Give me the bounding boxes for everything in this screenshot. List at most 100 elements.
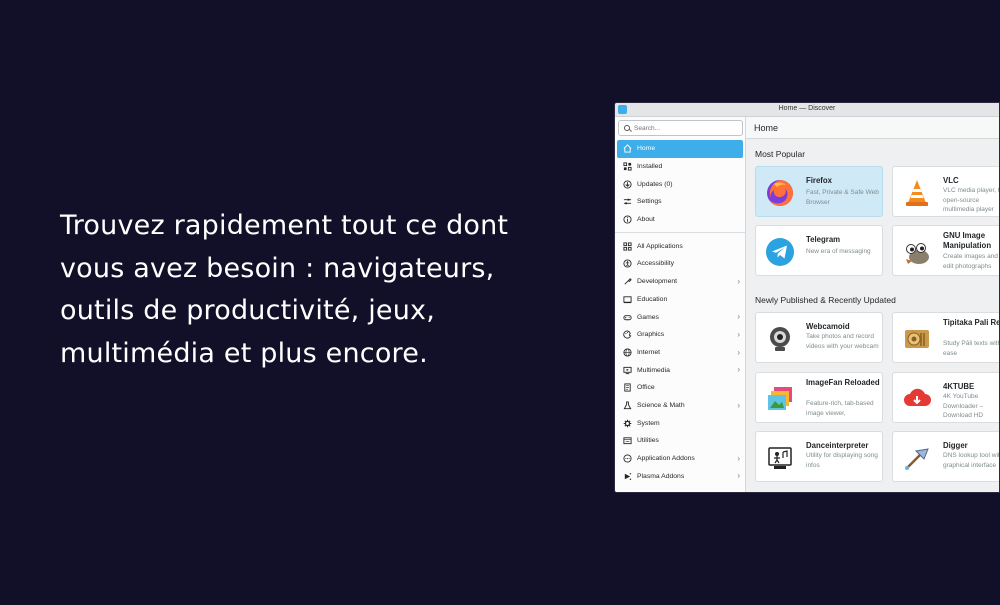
app-description: DNS lookup tool with graphical interface [943, 452, 1000, 469]
app-description: Fast, Private & Safe Web Browser [806, 189, 879, 206]
window-title: Home — Discover [778, 105, 836, 112]
sidebar-item-label: Education [637, 295, 668, 303]
search-input[interactable] [634, 124, 734, 132]
sidebar-item-all-applications[interactable]: All Applications [617, 237, 743, 255]
sidebar-item-label: Internet [637, 348, 661, 356]
app-card-tipitaka[interactable]: Tipitaka Pali Reader Study Pāli texts wi… [892, 312, 1000, 363]
title-bar[interactable]: Home — Discover [615, 103, 999, 117]
sidebar-item-label: About [637, 216, 655, 224]
chevron-right-icon: › [737, 365, 740, 375]
app-name: Tipitaka Pali Reader [943, 318, 999, 327]
sidebar-item-utilities[interactable]: Utilities [617, 432, 743, 450]
app-card-firefox[interactable]: Firefox Fast, Private & Safe Web Browser [755, 166, 883, 217]
multimedia-icon [622, 365, 632, 375]
sidebar-item-home[interactable]: Home [617, 140, 743, 158]
app-name: Firefox [806, 176, 832, 185]
sidebar-item-science-math[interactable]: Science & Math › [617, 397, 743, 415]
sidebar-item-label: Multimedia [637, 366, 670, 374]
tipitaka-icon [901, 323, 933, 355]
sidebar-item-label: Settings [637, 198, 662, 206]
sidebar-item-education[interactable]: Education [617, 291, 743, 309]
app-card-imagefan[interactable]: ImageFan Reloaded Feature-rich, tab-base… [755, 372, 883, 423]
app-name: 4KTUBE [943, 382, 975, 391]
grid-icon [622, 241, 632, 251]
telegram-icon [764, 236, 796, 268]
chevron-right-icon: › [737, 453, 740, 463]
sidebar-item-development[interactable]: Development › [617, 273, 743, 291]
games-icon [622, 312, 632, 322]
education-icon [622, 294, 632, 304]
promo-line: multimédia et plus encore. [60, 337, 428, 369]
firefox-icon [764, 177, 796, 209]
search-box[interactable] [618, 120, 743, 136]
discover-window: Home — Discover Home Installed Updates (… [614, 102, 1000, 493]
sidebar-item-multimedia[interactable]: Multimedia › [617, 361, 743, 379]
app-card-digger[interactable]: Digger DNS lookup tool with graphical in… [892, 431, 1000, 482]
promo-text: Trouvez rapidement tout ce dont vous ave… [60, 205, 540, 375]
promo-line: Trouvez rapidement tout ce dont [60, 210, 509, 241]
sidebar-item-application-addons[interactable]: Application Addons › [617, 450, 743, 468]
plasma-addons-icon [622, 471, 632, 481]
app-card-danceinterpreter[interactable]: Danceinterpreter Utility for displaying … [755, 431, 883, 482]
app-description: Take photos and record videos with your … [806, 333, 879, 350]
sidebar-item-updates[interactable]: Updates (0) [617, 175, 743, 193]
imagefan-icon [764, 383, 796, 415]
section-title-most-popular: Most Popular [755, 149, 806, 159]
sidebar-item-label: System [637, 419, 660, 427]
settings-icon [622, 197, 632, 207]
sidebar-item-label: Installed [637, 163, 663, 171]
science-icon [622, 400, 632, 410]
updates-icon [622, 179, 632, 189]
digger-icon [901, 442, 933, 474]
app-card-telegram[interactable]: Telegram New era of messaging [755, 225, 883, 276]
app-description: Feature-rich, tab-based image viewer, [806, 400, 874, 417]
sidebar-item-internet[interactable]: Internet › [617, 344, 743, 362]
page-title: Home [746, 117, 999, 139]
sidebar-item-label: Home [637, 145, 656, 153]
addons-icon [622, 454, 632, 464]
sidebar-item-label: Plasma Addons [637, 472, 685, 480]
main-content: Home Most Popular Firefox Fast, Private … [746, 117, 999, 492]
app-name: Danceinterpreter [806, 441, 869, 450]
section-title-newly-published: Newly Published & Recently Updated [755, 295, 896, 305]
sidebar-item-label: Development [637, 278, 678, 286]
sidebar-item-plasma-addons[interactable]: Plasma Addons › [617, 467, 743, 485]
promo-line: vous avez besoin : navigateurs, [60, 252, 495, 284]
app-name: GNU Image Manipulation [943, 231, 992, 250]
search-icon [624, 125, 630, 131]
sidebar-item-about[interactable]: About [617, 211, 743, 229]
sidebar-item-system[interactable]: System [617, 414, 743, 432]
4ktube-icon [901, 383, 933, 415]
chevron-right-icon: › [737, 276, 740, 286]
app-card-webcamoid[interactable]: Webcamoid Take photos and record videos … [755, 312, 883, 363]
accessibility-icon [622, 259, 632, 269]
sidebar-item-label: Application Addons [637, 455, 695, 463]
app-description: Utility for displaying song infos [806, 452, 878, 469]
graphics-icon [622, 330, 632, 340]
chevron-right-icon: › [737, 312, 740, 322]
app-card-gimp[interactable]: GNU Image Manipulation Create images and… [892, 225, 999, 276]
promo-line: outils de productivité, jeux, [60, 295, 435, 326]
sidebar-item-label: Games [637, 313, 659, 321]
office-icon [622, 383, 632, 393]
sidebar-item-installed[interactable]: Installed [617, 158, 743, 176]
sidebar-item-office[interactable]: Office [617, 379, 743, 397]
app-description: Study Pāli texts with ease [943, 340, 1000, 357]
sidebar: Home Installed Updates (0) Settings Abou… [615, 117, 746, 492]
sidebar-item-label: Science & Math [637, 401, 685, 409]
chevron-right-icon: › [737, 471, 740, 481]
sidebar-item-label: Graphics [637, 331, 665, 339]
chevron-right-icon: › [737, 329, 740, 339]
app-card-vlc[interactable]: VLC VLC media player, the open-source mu… [892, 166, 999, 217]
app-card-4ktube[interactable]: 4KTUBE 4K YouTube Downloader – Download … [892, 372, 999, 423]
sidebar-item-settings[interactable]: Settings [617, 193, 743, 211]
sidebar-item-graphics[interactable]: Graphics › [617, 326, 743, 344]
utilities-icon [622, 436, 632, 446]
sidebar-item-accessibility[interactable]: Accessibility [617, 255, 743, 273]
app-name: Telegram [806, 235, 841, 244]
sidebar-item-games[interactable]: Games › [617, 308, 743, 326]
home-icon [622, 144, 632, 154]
development-icon [622, 277, 632, 287]
app-description: New era of messaging [806, 248, 871, 255]
webcam-icon [764, 323, 796, 355]
